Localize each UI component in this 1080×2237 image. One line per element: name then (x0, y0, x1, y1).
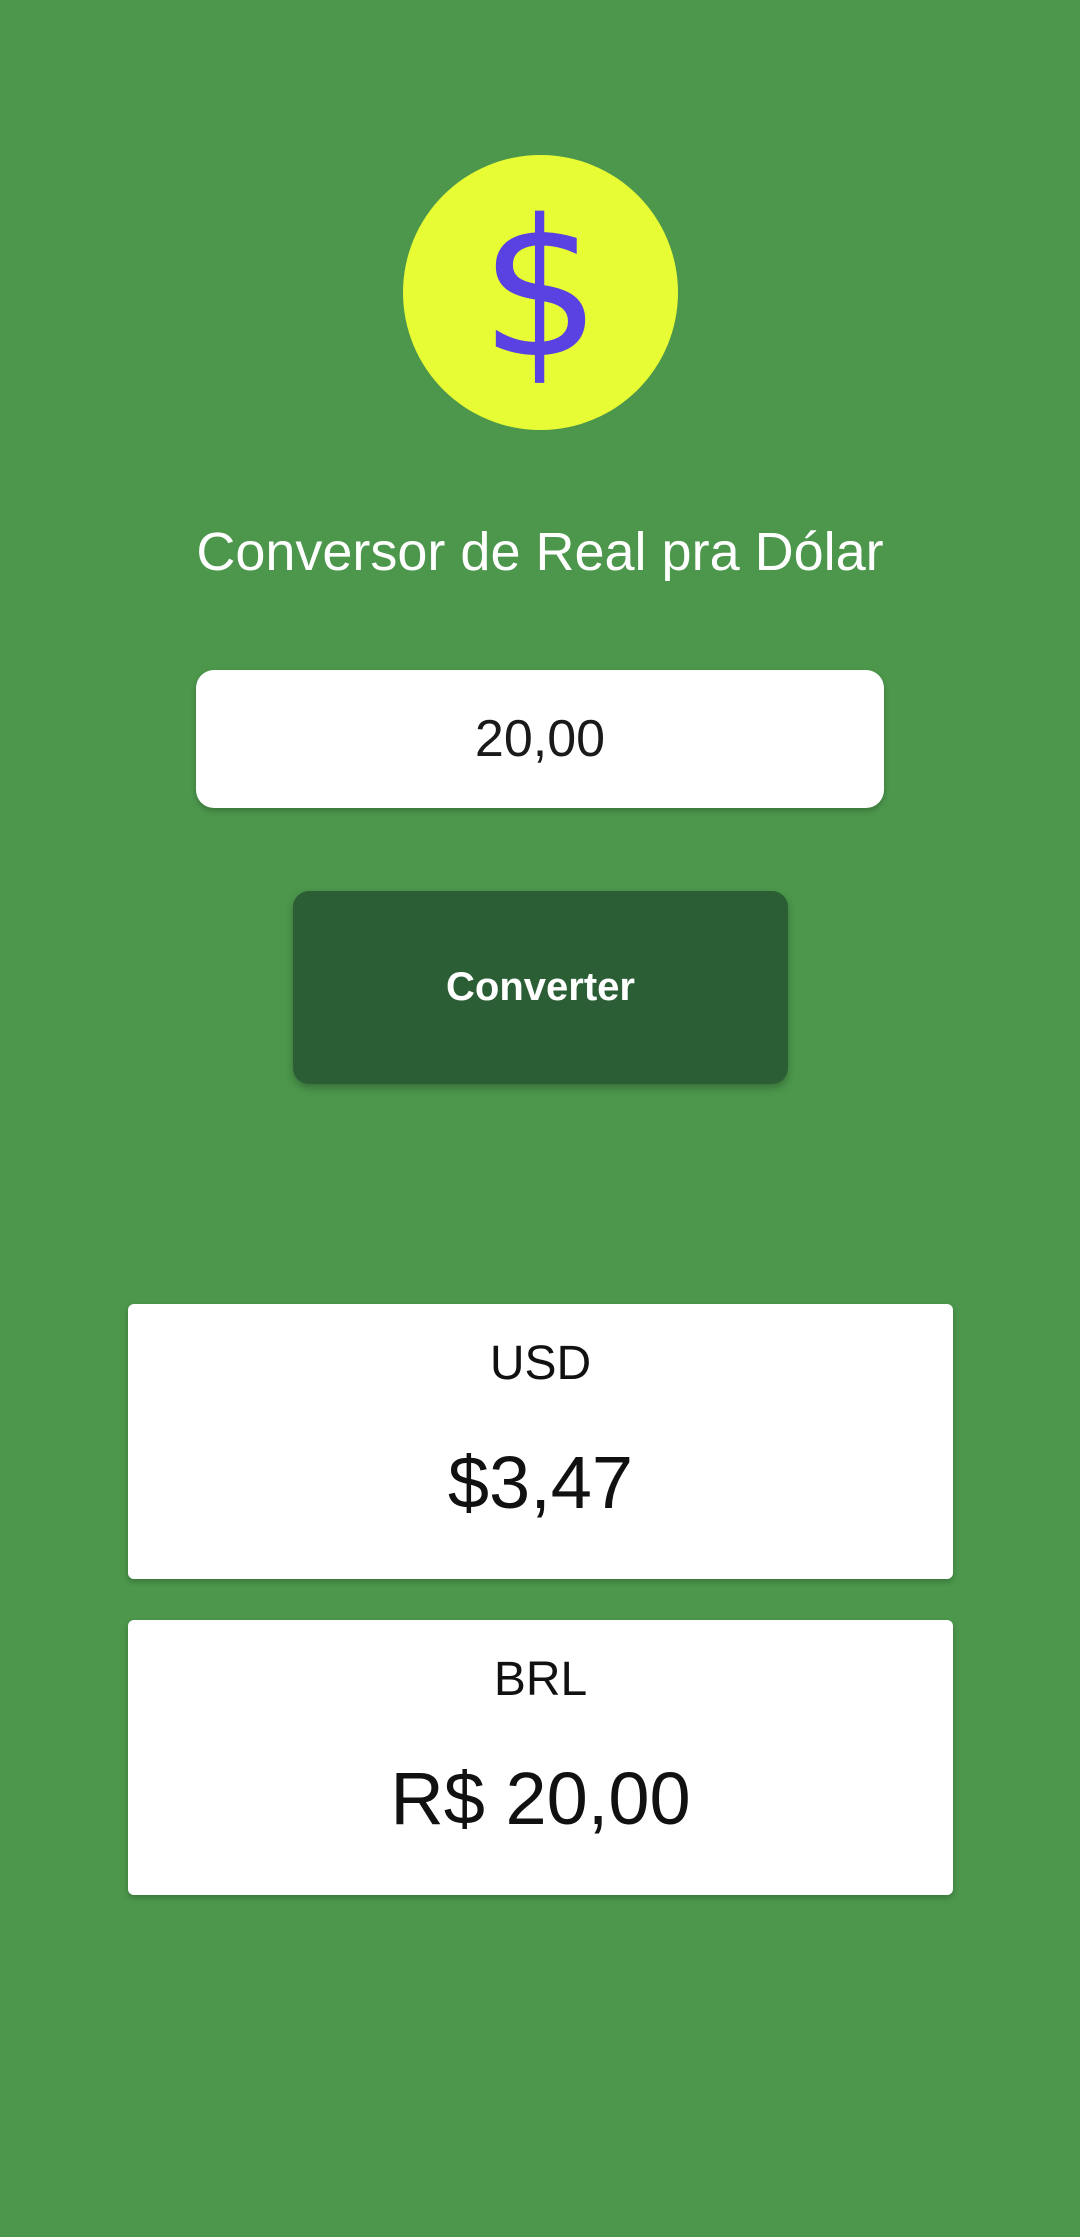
amount-input[interactable] (196, 670, 884, 808)
dollar-logo: $ (403, 155, 678, 430)
brl-result-card: BRL R$ 20,00 (128, 1620, 953, 1895)
usd-result-card: USD $3,47 (128, 1304, 953, 1579)
brl-label: BRL (493, 1653, 588, 1706)
dollar-icon: $ (480, 178, 601, 400)
page-title: Conversor de Real pra Dólar (196, 522, 884, 582)
usd-value: $3,47 (447, 1441, 634, 1524)
convert-button[interactable]: Converter (293, 891, 788, 1084)
brl-value: R$ 20,00 (390, 1757, 691, 1840)
usd-label: USD (489, 1337, 592, 1390)
